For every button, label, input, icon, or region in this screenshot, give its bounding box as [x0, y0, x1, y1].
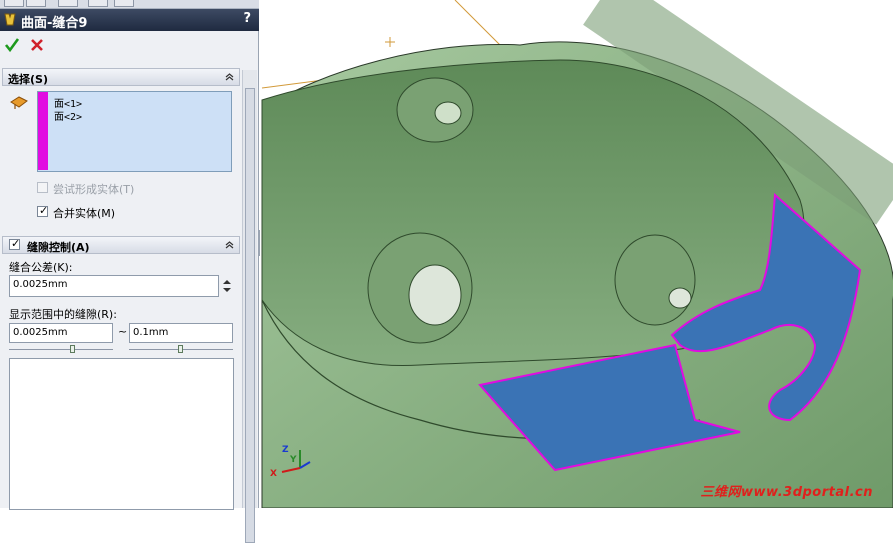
triad-y-label: Y — [290, 455, 297, 465]
try-form-solid-label: 尝试形成实体(T) — [53, 183, 135, 196]
checkmark-icon: ✓ — [39, 204, 49, 217]
collapse-chevron-icon[interactable] — [224, 71, 235, 82]
tab-configuration-manager[interactable] — [58, 0, 78, 7]
property-manager-panel: 曲面-缝合9 ? 选择(S) 面<1> 面<2> 尝试形成实体(T) ✓ 合并实… — [0, 0, 267, 543]
close-icon[interactable] — [29, 37, 45, 53]
merge-entities-label: 合并实体(M) — [53, 207, 116, 220]
boss-top[interactable] — [396, 77, 474, 143]
face-selection-icon — [10, 96, 28, 109]
gap-control-section-header[interactable]: ✓ 缝隙控制(A) — [2, 236, 240, 254]
try-form-solid-checkbox[interactable] — [37, 182, 48, 193]
boss-large[interactable] — [367, 232, 473, 344]
watermark-text: 三维网www.3dportal.cn — [700, 485, 873, 500]
triad-x-label: X — [270, 469, 277, 479]
tolerance-label: 缝合公差(K): — [9, 261, 73, 274]
gap-range-min-input[interactable]: 0.0025mm — [9, 323, 113, 343]
panel-scrollbar[interactable] — [242, 70, 257, 543]
selection-color-bar — [38, 92, 48, 170]
tab-dimxpert-manager[interactable] — [88, 0, 108, 7]
range-separator: ~ — [118, 325, 128, 338]
triad-z-label: Z — [282, 445, 289, 455]
panel-scrollbar-thumb[interactable] — [245, 88, 255, 543]
tab-feature-manager[interactable] — [4, 0, 24, 7]
checkmark-icon: ✓ — [11, 237, 21, 250]
list-item[interactable]: 面<2> — [54, 108, 82, 123]
selection-heading: 选择(S) — [8, 73, 48, 86]
graphics-viewport[interactable]: Z Y X — [260, 0, 893, 508]
gap-control-heading: 缝隙控制(A) — [27, 241, 90, 254]
tab-property-manager[interactable] — [26, 0, 46, 7]
range-min-slider-thumb[interactable] — [70, 345, 75, 353]
range-max-slider-thumb[interactable] — [178, 345, 183, 353]
knit-surface-icon — [4, 13, 16, 26]
feature-title-bar: 曲面-缝合9 ? — [0, 9, 259, 31]
merge-entities-checkbox[interactable]: ✓ — [37, 204, 49, 217]
check-icon[interactable] — [4, 37, 20, 53]
help-button[interactable]: ? — [243, 11, 251, 26]
collapse-chevron-icon[interactable] — [224, 239, 235, 250]
ok-cancel-row — [0, 32, 259, 62]
range-min-slider-track — [9, 349, 113, 350]
gap-range-max-input[interactable]: 0.1mm — [129, 323, 233, 343]
model-view[interactable] — [260, 0, 893, 508]
spin-stepper-icon[interactable] — [221, 276, 233, 296]
gap-list[interactable] — [9, 358, 234, 510]
selection-section-header[interactable]: 选择(S) — [2, 68, 240, 86]
manager-tabstrip — [0, 0, 259, 9]
tab-display-manager[interactable] — [114, 0, 134, 7]
tolerance-input[interactable]: 0.0025mm — [9, 275, 219, 297]
boss-right[interactable] — [614, 234, 696, 326]
gap-control-checkbox[interactable]: ✓ — [9, 237, 21, 250]
feature-title: 曲面-缝合9 — [21, 16, 88, 31]
gap-range-label: 显示范围中的缝隙(R): — [9, 308, 117, 321]
